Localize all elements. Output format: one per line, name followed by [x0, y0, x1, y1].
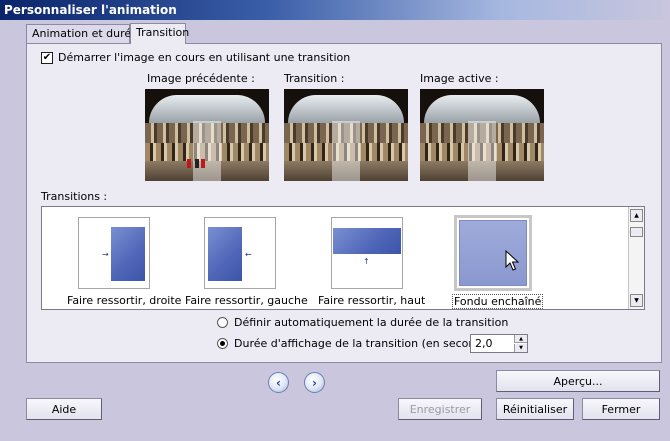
transition-caption: Faire ressortir, droite: [67, 294, 182, 307]
scroll-up-icon[interactable]: ▲: [630, 209, 643, 222]
auto-duration-option[interactable]: Définir automatiquement la durée de la t…: [217, 316, 508, 329]
transition-caption: Faire ressortir, gauche: [185, 294, 308, 307]
previous-image-preview: [145, 89, 269, 181]
transitions-list[interactable]: → Faire ressortir, droite ← Faire ressor…: [41, 206, 645, 310]
duration-value[interactable]: 2,0: [475, 337, 493, 350]
previous-image-label: Image précédente :: [147, 72, 255, 85]
mouse-cursor-icon: [505, 250, 519, 271]
start-with-transition-checkbox[interactable]: ✔: [41, 51, 53, 64]
auto-duration-label: Définir automatiquement la durée de la t…: [234, 316, 509, 329]
close-button[interactable]: Fermer: [582, 398, 660, 420]
start-with-transition-label: Démarrer l'image en cours en utilisant u…: [58, 51, 351, 64]
preview-button[interactable]: Aperçu...: [496, 370, 660, 392]
next-arrow-icon[interactable]: ›: [304, 372, 325, 393]
scroll-down-icon[interactable]: ▼: [630, 294, 643, 307]
active-image-label: Image active :: [420, 72, 499, 85]
transition-preview-label: Transition :: [284, 72, 345, 85]
tab-transition[interactable]: Transition: [130, 23, 189, 44]
duration-spinner[interactable]: 2,0 ▲ ▼: [470, 334, 528, 353]
transition-caption: Faire ressortir, haut: [318, 294, 426, 307]
start-with-transition-row[interactable]: ✔ Démarrer l'image en cours en utilisant…: [41, 51, 350, 64]
manual-duration-label: Durée d'affichage de la transition (en s…: [234, 337, 500, 350]
previous-arrow-icon[interactable]: ‹: [268, 372, 289, 393]
crossfade-icon: [454, 215, 532, 291]
active-image-preview: [420, 89, 544, 181]
window-title: Personnaliser l'animation: [0, 0, 670, 20]
fade-out-up-icon: ↑: [331, 217, 403, 289]
spin-down-icon[interactable]: ▼: [514, 344, 527, 352]
tab-animation-duration[interactable]: Animation et durée: [26, 24, 138, 43]
transition-caption-selected: Fondu enchaîné: [452, 294, 544, 309]
spin-up-icon[interactable]: ▲: [514, 335, 527, 343]
scroll-thumb[interactable]: [630, 227, 643, 237]
save-button[interactable]: Enregistrer: [398, 398, 482, 420]
transition-preview: [284, 89, 408, 181]
fade-out-right-icon: →: [78, 217, 150, 289]
fade-out-left-icon: ←: [204, 217, 276, 289]
auto-duration-radio[interactable]: [217, 317, 228, 328]
transition-panel: ✔ Démarrer l'image en cours en utilisant…: [26, 43, 662, 363]
manual-duration-radio[interactable]: [217, 338, 228, 349]
transitions-scrollbar[interactable]: ▲ ▼: [628, 207, 644, 309]
manual-duration-option[interactable]: Durée d'affichage de la transition (en s…: [217, 337, 499, 350]
reset-button[interactable]: Réinitialiser: [496, 398, 574, 420]
help-button[interactable]: Aide: [26, 398, 102, 420]
transitions-label: Transitions :: [41, 190, 108, 203]
